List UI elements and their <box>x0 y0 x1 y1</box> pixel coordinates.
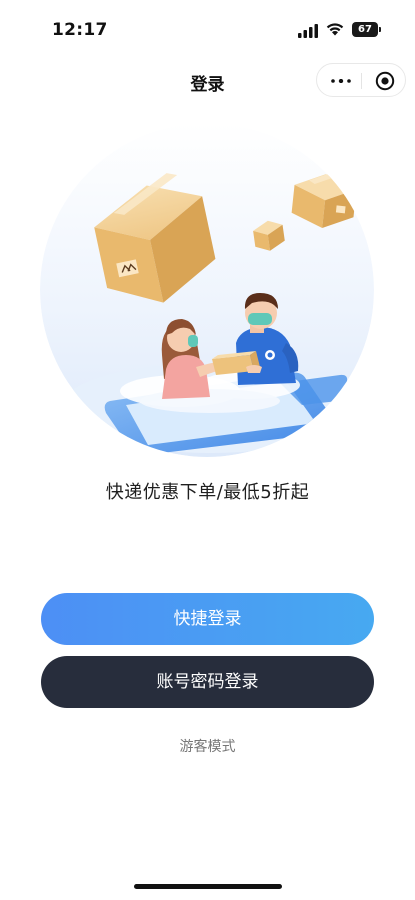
quick-login-button[interactable]: 快捷登录 <box>41 593 374 645</box>
account-password-login-button[interactable]: 账号密码登录 <box>41 656 374 708</box>
cellular-signal-icon <box>298 24 318 38</box>
more-dots-icon[interactable] <box>331 79 351 83</box>
status-time: 12:17 <box>52 20 108 40</box>
status-bar: 12:17 67 <box>0 0 415 56</box>
battery-tip <box>379 27 381 32</box>
promo-slogan: 快递优惠下单/最低5折起 <box>105 482 310 503</box>
battery-indicator: 67 <box>352 22 378 37</box>
guest-mode-link[interactable]: 游客模式 <box>0 736 415 756</box>
wifi-icon <box>326 23 344 36</box>
home-indicator <box>134 884 282 889</box>
mini-program-capsule <box>316 63 406 97</box>
target-circle-icon[interactable] <box>375 71 395 91</box>
capsule-divider <box>361 73 362 89</box>
courier-delivery-illustration <box>40 123 374 457</box>
